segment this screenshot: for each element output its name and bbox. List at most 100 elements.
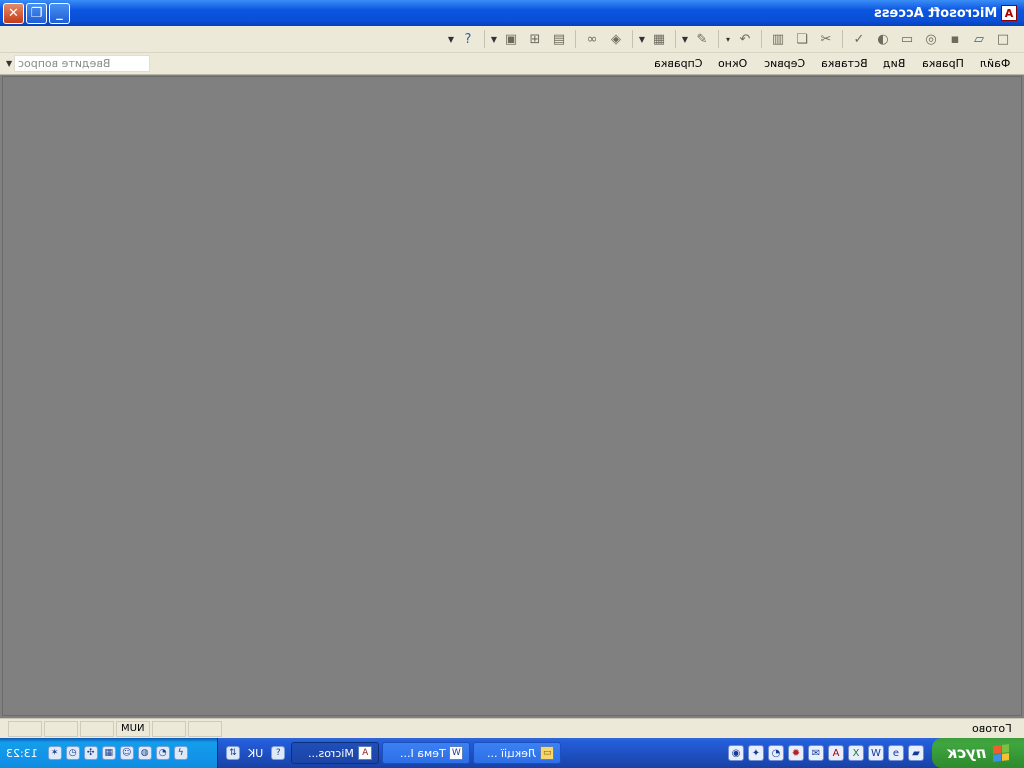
system-tray: 13:23 ✶ ◷ ✣ ▦ ☺ ◍ ◔ ϟ <box>0 738 218 768</box>
new-object-icon[interactable]: ▣ <box>500 28 522 50</box>
toolbar-separator <box>575 30 576 48</box>
toolbar-options-icon[interactable]: ▼ <box>447 35 455 44</box>
antivirus-icon[interactable]: ✶ <box>47 746 62 760</box>
bluetooth-icon[interactable]: ϟ <box>173 746 188 760</box>
title-bar: ✕ ❐ _ Microsoft Access A <box>0 0 1024 26</box>
virus-icon[interactable]: ✹ <box>788 745 804 761</box>
toolbar-separator <box>842 30 843 48</box>
undo-dropdown-icon[interactable]: ▼ <box>681 35 689 44</box>
internet-explorer-icon[interactable]: e <box>888 745 904 761</box>
minimize-button[interactable]: _ <box>49 2 70 24</box>
open-icon[interactable]: ▱ <box>968 28 990 50</box>
paste-icon[interactable]: ▥ <box>767 28 789 50</box>
access-app-icon: A <box>1001 5 1017 21</box>
status-cell <box>152 720 186 737</box>
undo-icon[interactable]: ↶ <box>734 28 756 50</box>
show-hidden-icons[interactable]: ⇅ <box>226 746 240 760</box>
mdi-workspace <box>2 76 1022 716</box>
menu-items: Файл Правка Вид Вставка Сервис Окно Спра… <box>646 57 1018 70</box>
app-icon[interactable]: ◉ <box>728 745 744 761</box>
toolbar-separator <box>484 30 485 48</box>
toolbar-buttons: ▼ ? ▼ ▣ ⊞ ▤ ∞ ◈ ▼ ▦ ▼ ✎ ▾ ↶ ▥ ❏ ✂ ✓ ◐ ▭ … <box>447 28 1014 50</box>
menu-window[interactable]: Окно <box>710 57 755 70</box>
status-cell <box>8 720 42 737</box>
save-icon[interactable]: ▪ <box>944 28 966 50</box>
task-buttons: Micros... A Тема І... W Лекції ... ▭ <box>285 742 562 764</box>
office-links-icon[interactable]: ▦ <box>648 28 670 50</box>
code-icon[interactable]: ◈ <box>605 28 627 50</box>
task-button-access[interactable]: Micros... A <box>291 742 380 764</box>
status-bar: NUM Готово <box>0 718 1024 738</box>
access-task-icon: A <box>358 746 373 760</box>
folder-task-icon: ▭ <box>540 746 555 760</box>
toolbar-separator <box>632 30 633 48</box>
task-button-folder[interactable]: Лекції ... ▭ <box>473 742 562 764</box>
copy-icon[interactable]: ❏ <box>791 28 813 50</box>
word-icon[interactable]: W <box>868 745 884 761</box>
new-icon[interactable]: □ <box>992 28 1014 50</box>
window-controls: ✕ ❐ _ <box>3 2 70 24</box>
status-cell <box>80 720 114 737</box>
browser-icon[interactable]: ◔ <box>768 745 784 761</box>
outlook-icon[interactable]: ✉ <box>808 745 824 761</box>
ask-question-input[interactable]: Введите вопрос <box>14 55 151 72</box>
settings-icon[interactable]: ✦ <box>748 745 764 761</box>
redo-dropdown-icon[interactable]: ▾ <box>724 35 732 44</box>
show-desktop-icon[interactable]: ▰ <box>908 745 924 761</box>
close-icon: ✕ <box>8 5 19 21</box>
excel-icon[interactable]: X <box>848 745 864 761</box>
status-indicators: NUM <box>8 720 222 737</box>
toolbar-separator <box>718 30 719 48</box>
windows-logo-icon <box>992 744 1009 762</box>
menu-tools[interactable]: Сервис <box>756 57 813 70</box>
network-icon[interactable]: ✣ <box>83 746 98 760</box>
toolbar-separator <box>761 30 762 48</box>
spelling-icon[interactable]: ✓ <box>848 28 870 50</box>
restore-icon: ❐ <box>30 5 43 21</box>
database-toolbar: ▼ ? ▼ ▣ ⊞ ▤ ∞ ◈ ▼ ▦ ▼ ✎ ▾ ↶ ▥ ❏ ✂ ✓ ◐ ▭ … <box>0 26 1024 53</box>
status-cell <box>188 720 222 737</box>
menu-view[interactable]: Вид <box>875 57 913 70</box>
taskbar: 13:23 ✶ ◷ ✣ ▦ ☺ ◍ ◔ ϟ ⇅ UK ? Micros... A… <box>0 738 1024 768</box>
ask-question-box: ▼ Введите вопрос <box>6 55 151 72</box>
security-icon[interactable]: ◔ <box>155 746 170 760</box>
language-indicator[interactable]: UK <box>248 747 263 760</box>
close-button[interactable]: ✕ <box>3 2 24 24</box>
menu-file[interactable]: Файл <box>972 57 1018 70</box>
network-adapter-icon[interactable]: ▦ <box>101 746 116 760</box>
office-links-dropdown-icon[interactable]: ▼ <box>638 35 646 44</box>
relationships-icon[interactable]: ⊞ <box>524 28 546 50</box>
status-cell <box>44 720 78 737</box>
clock[interactable]: 13:23 <box>6 747 38 760</box>
help-icon[interactable]: ? <box>457 28 479 50</box>
window-title: Microsoft Access <box>873 5 997 21</box>
toolbar-separator <box>675 30 676 48</box>
quick-launch: ◉ ✦ ◔ ✹ ✉ A X W e ▰ <box>728 745 932 761</box>
menu-bar: ▼ Введите вопрос Файл Правка Вид Вставка… <box>0 53 1024 75</box>
print-preview-icon[interactable]: ◐ <box>872 28 894 50</box>
status-text: Готово <box>972 722 1012 735</box>
ask-question-placeholder: Введите вопрос <box>18 57 111 70</box>
messenger-icon[interactable]: ☺ <box>119 746 134 760</box>
clock-tray-icon[interactable]: ◷ <box>65 746 80 760</box>
cut-icon[interactable]: ✂ <box>815 28 837 50</box>
print-icon[interactable]: ▭ <box>896 28 918 50</box>
language-help-icon[interactable]: ? <box>271 746 286 760</box>
menu-edit[interactable]: Правка <box>914 57 972 70</box>
file-search-icon[interactable]: ◎ <box>920 28 942 50</box>
properties-icon[interactable]: ▤ <box>548 28 570 50</box>
tools-icon[interactable]: ✎ <box>691 28 713 50</box>
menu-insert[interactable]: Вставка <box>813 57 876 70</box>
analyze-icon[interactable]: ∞ <box>581 28 603 50</box>
access-icon[interactable]: A <box>828 745 844 761</box>
volume-icon[interactable]: ◍ <box>137 746 152 760</box>
start-button[interactable]: пуск <box>932 738 1024 768</box>
task-button-word[interactable]: Тема І... W <box>382 742 471 764</box>
menu-help[interactable]: Справка <box>646 57 710 70</box>
new-object-dropdown-icon[interactable]: ▼ <box>490 35 498 44</box>
word-task-icon: W <box>449 746 464 760</box>
ask-question-dropdown-icon[interactable]: ▼ <box>6 59 12 68</box>
restore-button[interactable]: ❐ <box>26 2 47 24</box>
title-area: Microsoft Access A <box>874 5 1021 21</box>
num-lock-indicator: NUM <box>116 720 150 737</box>
